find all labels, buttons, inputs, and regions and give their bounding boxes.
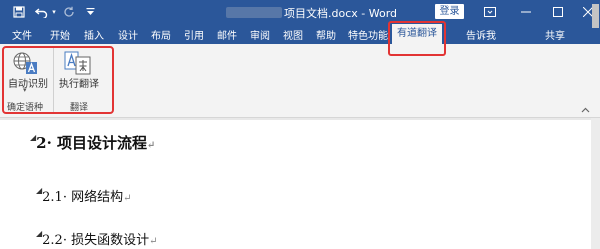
heading-2-1[interactable]: ◢2.1· 网络结构↵	[36, 186, 132, 205]
minimize-icon[interactable]	[516, 3, 536, 21]
tab-review[interactable]: 审阅	[250, 27, 270, 42]
heading-2-2[interactable]: ◢2.2· 损失函数设计↵	[36, 229, 158, 248]
undo-icon[interactable]	[34, 4, 48, 20]
tab-help[interactable]: 帮助	[316, 27, 336, 42]
login-button[interactable]: 登录	[435, 4, 464, 19]
tab-file[interactable]: 文件	[12, 27, 32, 42]
tab-home[interactable]: 开始	[50, 27, 70, 42]
tab-layout[interactable]: 布局	[151, 27, 171, 42]
title-bar: ▾ 项目文档.docx - Word 登录	[0, 0, 600, 24]
save-icon[interactable]	[12, 4, 26, 20]
word-window: { "window": { "title_suffix": "项目文档.docx…	[0, 0, 600, 249]
highlight-box-tab	[388, 21, 446, 56]
highlight-box-groups	[2, 46, 114, 114]
vertical-scrollbar[interactable]	[591, 118, 600, 249]
ribbon-display-options-icon[interactable]	[480, 3, 500, 21]
paragraph-mark: ↵	[149, 236, 158, 247]
tab-insert[interactable]: 插入	[84, 27, 104, 42]
ribbon-tab-row: 文件 开始 插入 设计 布局 引用 邮件 审阅 视图 帮助 特色功能 告诉我 共…	[0, 24, 600, 64]
blurred-filename	[226, 7, 282, 18]
collapse-ribbon-icon[interactable]	[581, 106, 590, 115]
paragraph-mark: ↵	[123, 193, 132, 204]
tab-references[interactable]: 引用	[184, 27, 204, 42]
undo-dropdown-icon[interactable]: ▾	[50, 4, 58, 20]
share-button[interactable]: 共享	[545, 27, 565, 42]
document-title: 项目文档.docx - Word	[284, 7, 398, 20]
paragraph-mark: ↵	[147, 140, 156, 151]
tab-design[interactable]: 设计	[118, 27, 138, 42]
redo-icon[interactable]	[62, 4, 76, 20]
heading-2-1-text: 2.1· 网络结构	[42, 190, 124, 205]
heading-2-2-text: 2.2· 损失函数设计	[42, 233, 150, 248]
customize-quick-access-icon[interactable]	[84, 4, 96, 20]
heading-1[interactable]: ◢2· 项目设计流程↵	[30, 132, 155, 153]
heading-1-text: 2· 项目设计流程	[36, 134, 148, 152]
maximize-icon[interactable]	[548, 3, 568, 21]
tell-me-search[interactable]: 告诉我	[466, 27, 496, 42]
tab-view[interactable]: 视图	[283, 27, 303, 42]
scrollbar-thumb[interactable]	[592, 4, 599, 28]
tab-mailings[interactable]: 邮件	[217, 27, 237, 42]
tab-special-features[interactable]: 特色功能	[348, 27, 388, 42]
